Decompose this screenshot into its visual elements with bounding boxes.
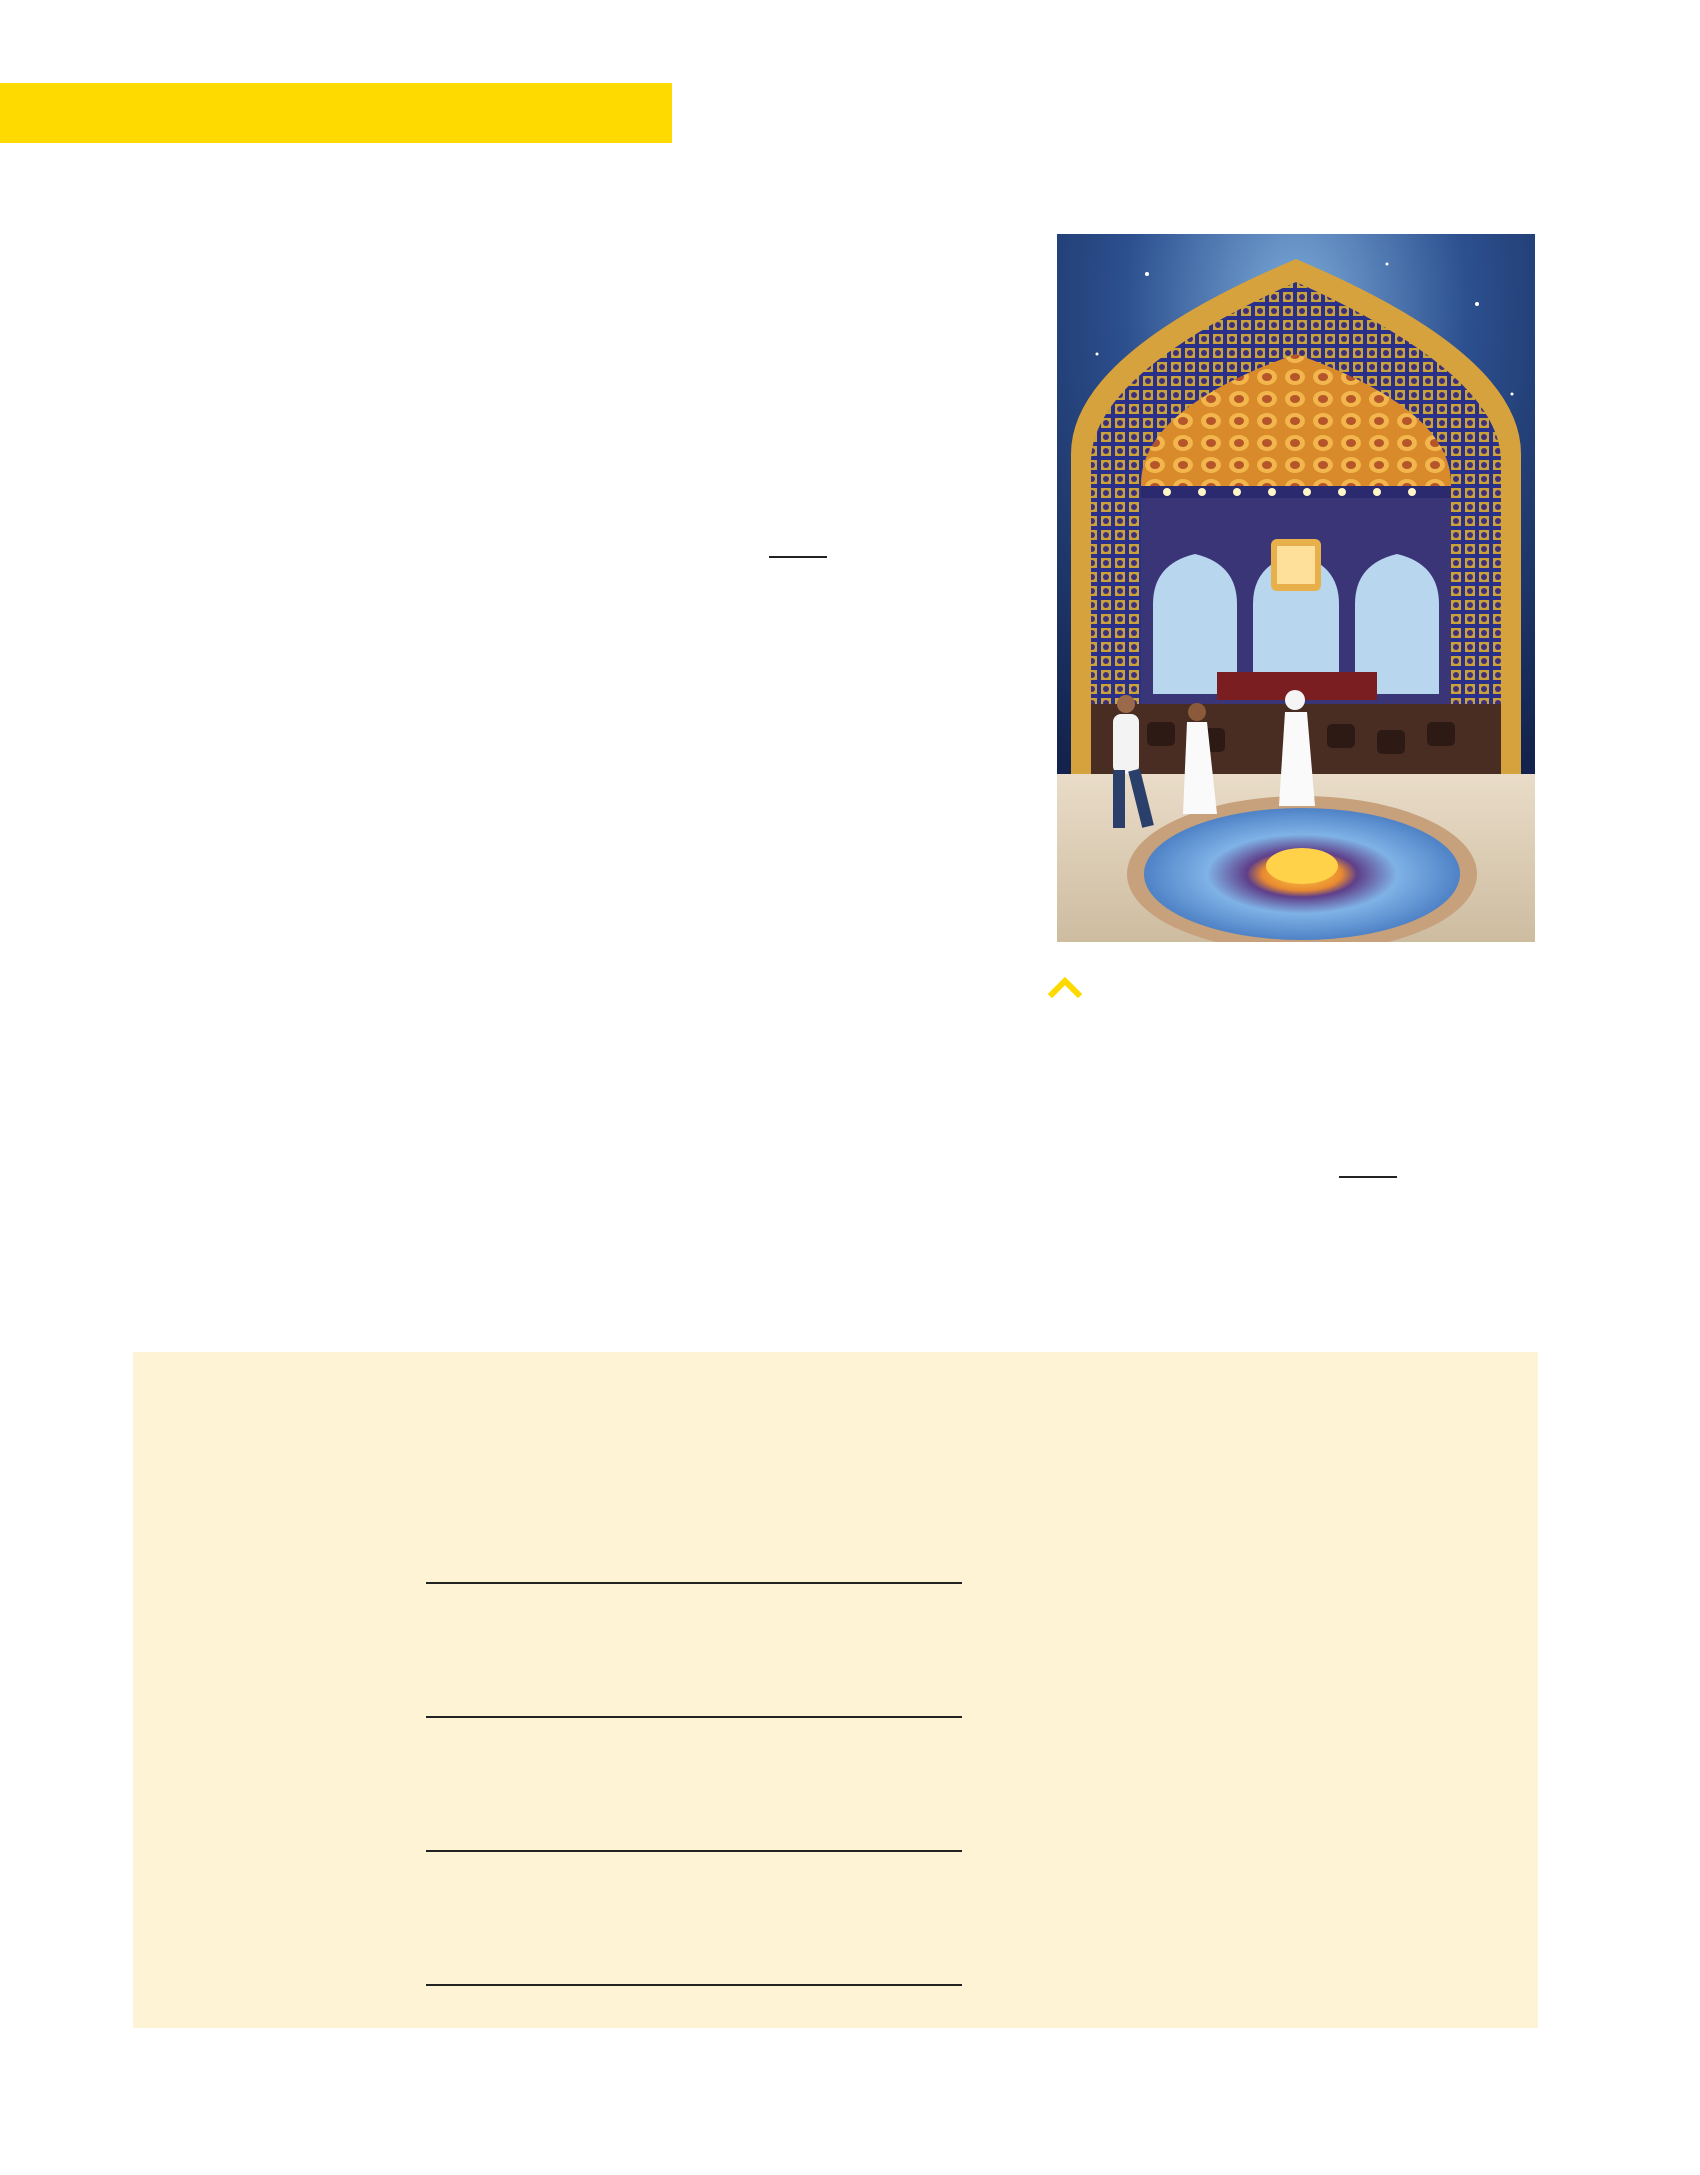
exercise-box [133, 1352, 1538, 2028]
answer-line-3[interactable] [426, 1850, 962, 1852]
fill-in-blank-2[interactable] [1339, 1176, 1397, 1178]
arch-photo [1057, 234, 1535, 942]
arch-photo-illustration [1057, 234, 1535, 942]
answer-line-1[interactable] [426, 1582, 962, 1584]
answer-line-2[interactable] [426, 1716, 962, 1718]
answer-line-4[interactable] [426, 1984, 962, 1986]
chevron-up-icon [1047, 974, 1083, 999]
fill-in-blank-1[interactable] [769, 556, 827, 558]
section-header-bar [0, 83, 672, 143]
